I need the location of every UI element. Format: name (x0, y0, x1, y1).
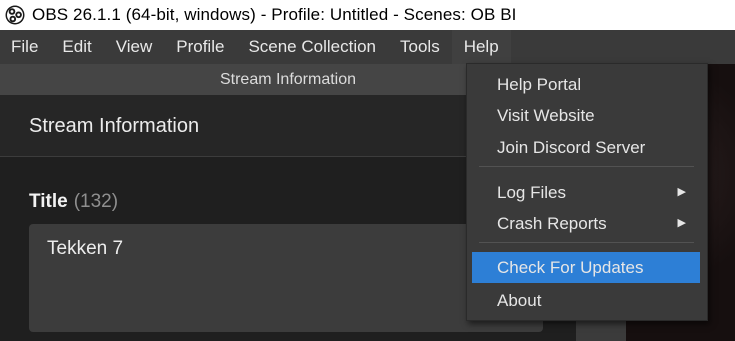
menu-item-label: Help Portal (497, 75, 582, 94)
menu-item-help-portal[interactable]: Help Portal (472, 69, 700, 100)
menu-item-visit-website[interactable]: Visit Website (472, 100, 700, 131)
menu-view[interactable]: View (104, 30, 165, 64)
title-field-label: Title (132) (29, 191, 118, 213)
menu-item-about[interactable]: About (472, 285, 700, 316)
obs-logo-icon (4, 4, 26, 26)
menu-item-check-for-updates[interactable]: Check For Updates (472, 252, 700, 283)
menu-item-label: Visit Website (497, 106, 595, 125)
menu-tools[interactable]: Tools (388, 30, 452, 64)
menu-file[interactable]: File (0, 30, 50, 64)
chevron-right-icon: ▶ (677, 217, 686, 229)
title-label-text: Title (29, 191, 68, 212)
window-titlebar: OBS 26.1.1 (64-bit, windows) - Profile: … (0, 0, 735, 30)
menu-item-label: About (497, 291, 542, 310)
menu-edit[interactable]: Edit (50, 30, 103, 64)
menu-item-log-files[interactable]: Log Files ▶ (472, 177, 700, 208)
title-input-value: Tekken 7 (47, 238, 124, 259)
menu-profile[interactable]: Profile (164, 30, 236, 64)
menu-separator (479, 166, 694, 167)
menu-scene-collection[interactable]: Scene Collection (236, 30, 388, 64)
menu-item-join-discord[interactable]: Join Discord Server (472, 132, 700, 163)
help-dropdown-menu: Help Portal Visit Website Join Discord S… (466, 63, 708, 321)
menu-bar: File Edit View Profile Scene Collection … (0, 30, 735, 64)
chevron-right-icon: ▶ (677, 186, 686, 198)
menu-item-label: Log Files (497, 183, 566, 202)
menu-separator (479, 242, 694, 243)
menu-help[interactable]: Help (451, 30, 511, 64)
menu-item-crash-reports[interactable]: Crash Reports ▶ (472, 208, 700, 239)
stream-info-heading: Stream Information (29, 115, 200, 137)
menu-item-label: Join Discord Server (497, 138, 646, 157)
title-char-count: (132) (73, 191, 119, 212)
window-title: OBS 26.1.1 (64-bit, windows) - Profile: … (32, 5, 517, 24)
menu-item-label: Check For Updates (497, 258, 644, 277)
menu-item-label: Crash Reports (497, 214, 607, 233)
